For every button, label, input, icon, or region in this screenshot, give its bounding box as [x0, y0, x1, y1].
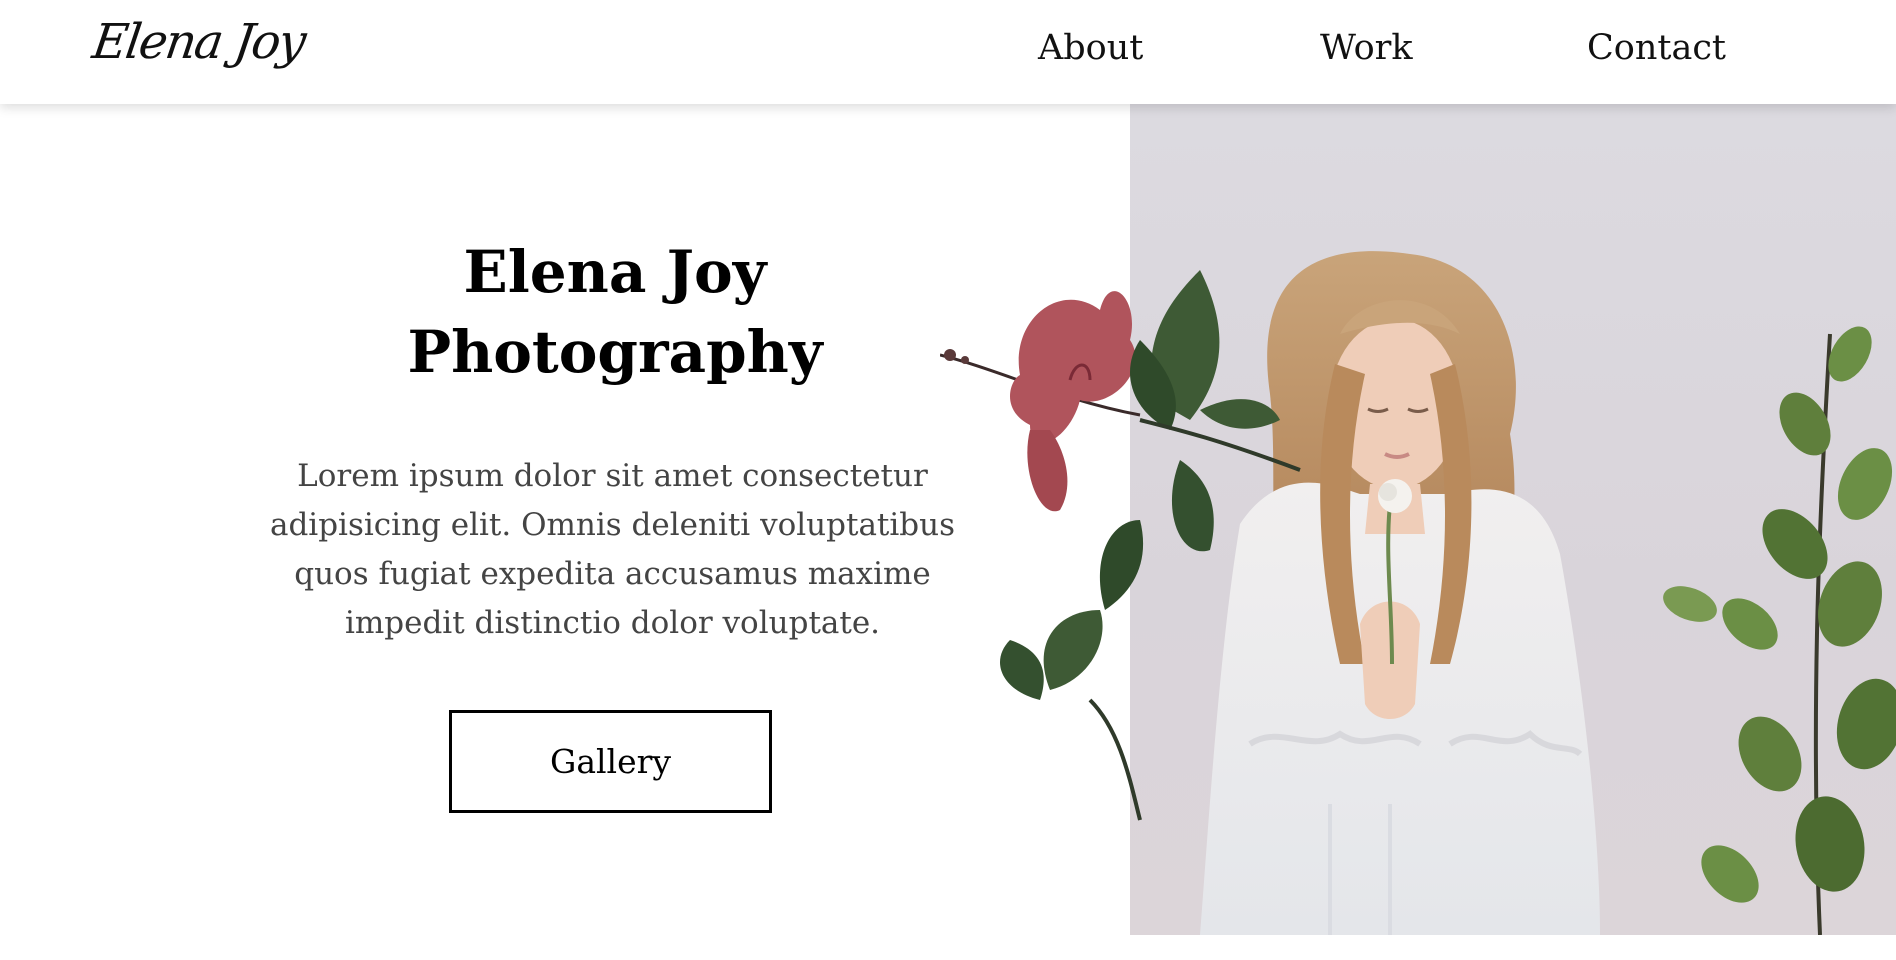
nav-work-link[interactable]: Work	[1320, 28, 1413, 68]
hero-title-line1: Elena Joy	[463, 238, 767, 306]
gallery-button[interactable]: Gallery	[449, 710, 772, 813]
hibiscus-decoration	[940, 270, 1301, 821]
site-header: Elena Joy About Work Contact	[0, 0, 1896, 104]
hero-title-line2: Photography	[407, 318, 823, 386]
nav-about-link[interactable]: About	[1038, 28, 1143, 68]
hero-title: Elena Joy Photography	[380, 232, 850, 392]
site-logo[interactable]: Elena Joy	[89, 14, 308, 70]
nav-contact-link[interactable]: Contact	[1587, 28, 1726, 68]
hero-description: Lorem ipsum dolor sit amet consectetur a…	[269, 458, 956, 641]
